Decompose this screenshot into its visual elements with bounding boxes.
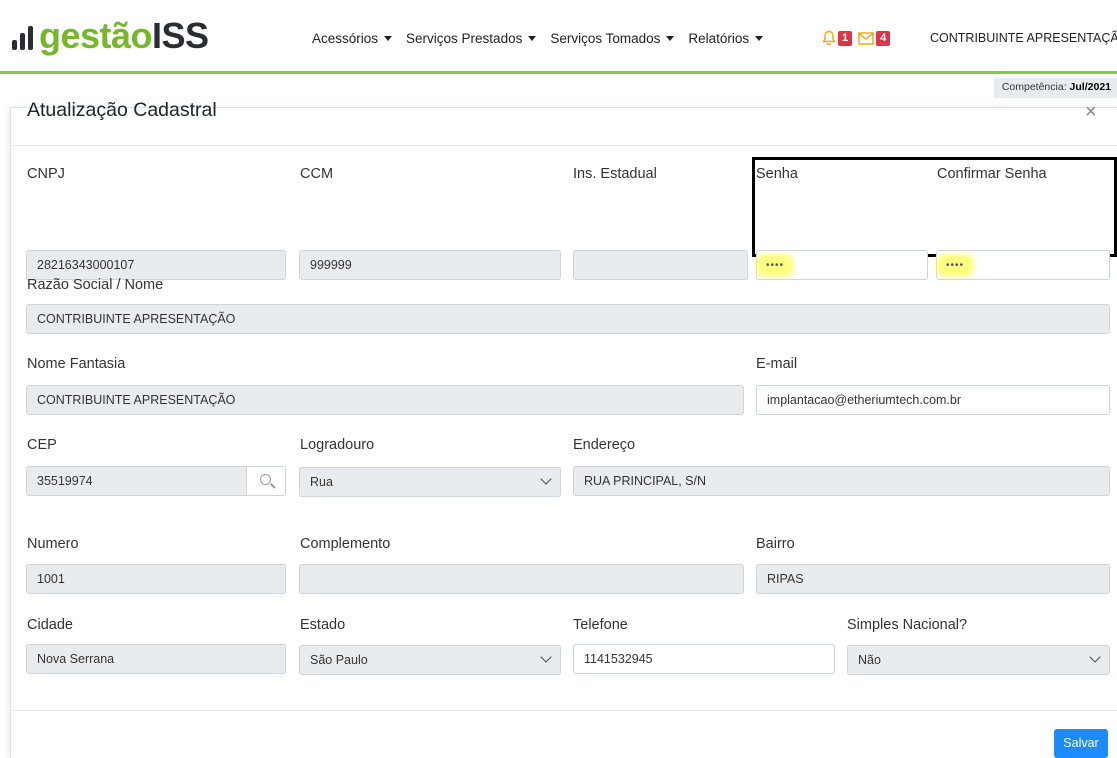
logo-bars-icon: [12, 22, 33, 50]
menu-label: Serviços Tomados: [550, 31, 661, 46]
email-label: E-mail: [756, 356, 798, 372]
main-menu: Acessórios Serviços Prestados Serviços T…: [312, 31, 777, 46]
nome-fantasia-field[interactable]: CONTRIBUINTE APRESENTAÇÃO: [26, 385, 744, 415]
menu-servicos-prestados[interactable]: Serviços Prestados: [406, 31, 537, 46]
caret-down-icon: [528, 36, 537, 41]
app-logo[interactable]: gestão ISS: [12, 18, 209, 54]
menu-label: Acessórios: [312, 31, 379, 46]
modal-title: Atualização Cadastral: [27, 99, 217, 121]
ccm-field[interactable]: 999999: [299, 250, 561, 280]
simples-nacional-select[interactable]: Não: [847, 645, 1110, 675]
simples-nacional-label: Simples Nacional?: [847, 617, 968, 633]
senha-value-dots: ••••: [760, 258, 791, 273]
endereco-field[interactable]: RUA PRINCIPAL, S/N: [573, 466, 1110, 496]
estado-select[interactable]: São Paulo: [299, 645, 561, 675]
ccm-label: CCM: [300, 166, 334, 182]
ins-estadual-label: Ins. Estadual: [573, 166, 657, 182]
logo-text-gestao: gestão: [39, 15, 153, 56]
telefone-field[interactable]: 1141532945: [573, 644, 835, 674]
user-menu[interactable]: CONTRIBUINTE APRESENTAÇÃO: [930, 31, 1117, 45]
menu-label: Relatórios: [688, 31, 750, 46]
nome-fantasia-label: Nome Fantasia: [27, 356, 126, 372]
telefone-label: Telefone: [573, 617, 628, 633]
password-highlight-box: [752, 157, 1117, 257]
notification-area: 1 4: [822, 30, 896, 46]
chevron-down-icon: [1089, 651, 1101, 663]
complemento-field[interactable]: [299, 564, 744, 594]
menu-relatorios[interactable]: Relatórios: [688, 31, 764, 46]
search-icon: [260, 474, 271, 485]
modal-header-divider: [10, 145, 1117, 146]
message-count-badge[interactable]: 4: [876, 30, 891, 46]
estado-label: Estado: [300, 617, 346, 633]
cnpj-label: CNPJ: [27, 166, 65, 182]
cep-label: CEP: [27, 437, 57, 453]
bairro-field[interactable]: RIPAS: [756, 564, 1110, 594]
top-navbar: gestão ISS Acessórios Serviços Prestados…: [0, 0, 1117, 74]
simples-nacional-value: Não: [858, 653, 881, 667]
menu-servicos-tomados[interactable]: Serviços Tomados: [550, 31, 675, 46]
caret-down-icon: [755, 36, 764, 41]
menu-label: Serviços Prestados: [406, 31, 523, 46]
bairro-label: Bairro: [756, 536, 795, 552]
chevron-down-icon: [540, 651, 552, 663]
confirmar-senha-value-dots: ••••: [940, 258, 971, 273]
razao-social-field[interactable]: CONTRIBUINTE APRESENTAÇÃO: [26, 304, 1110, 334]
save-button[interactable]: Salvar: [1054, 729, 1108, 758]
caret-down-icon: [384, 36, 393, 41]
chevron-down-icon: [540, 473, 552, 485]
razao-social-label: Razão Social / Nome: [27, 277, 164, 293]
modal-footer-divider: [10, 710, 1117, 711]
endereco-label: Endereço: [573, 437, 636, 453]
logradouro-value: Rua: [310, 475, 333, 489]
confirmar-senha-label: Confirmar Senha: [937, 166, 1047, 182]
competencia-indicator: Competência: Jul/2021: [993, 78, 1117, 98]
ins-estadual-field[interactable]: [573, 250, 748, 280]
cep-search-button[interactable]: [246, 466, 286, 496]
bell-icon[interactable]: [822, 30, 836, 46]
caret-down-icon: [666, 36, 675, 41]
cidade-label: Cidade: [27, 617, 73, 633]
competencia-value: Jul/2021: [1069, 81, 1111, 93]
close-icon[interactable]: ×: [1085, 101, 1097, 124]
senha-label: Senha: [756, 166, 798, 182]
cidade-field[interactable]: Nova Serrana: [26, 644, 286, 674]
competencia-label: Competência:: [1001, 81, 1067, 93]
cep-field[interactable]: 35519974: [26, 466, 247, 496]
logo-text-iss: ISS: [152, 15, 209, 56]
notification-count-badge[interactable]: 1: [838, 30, 853, 46]
email-field[interactable]: implantacao@etheriumtech.com.br: [756, 385, 1110, 415]
cnpj-field[interactable]: 28216343000107: [26, 250, 286, 280]
numero-field[interactable]: 1001: [26, 564, 286, 594]
estado-value: São Paulo: [310, 653, 368, 667]
logradouro-select[interactable]: Rua: [299, 467, 561, 497]
user-name: CONTRIBUINTE APRESENTAÇÃO: [930, 31, 1117, 45]
logradouro-label: Logradouro: [300, 437, 375, 453]
numero-label: Numero: [27, 536, 79, 552]
envelope-icon[interactable]: [858, 31, 874, 45]
complemento-label: Complemento: [300, 536, 391, 552]
menu-acessorios[interactable]: Acessórios: [312, 31, 393, 46]
